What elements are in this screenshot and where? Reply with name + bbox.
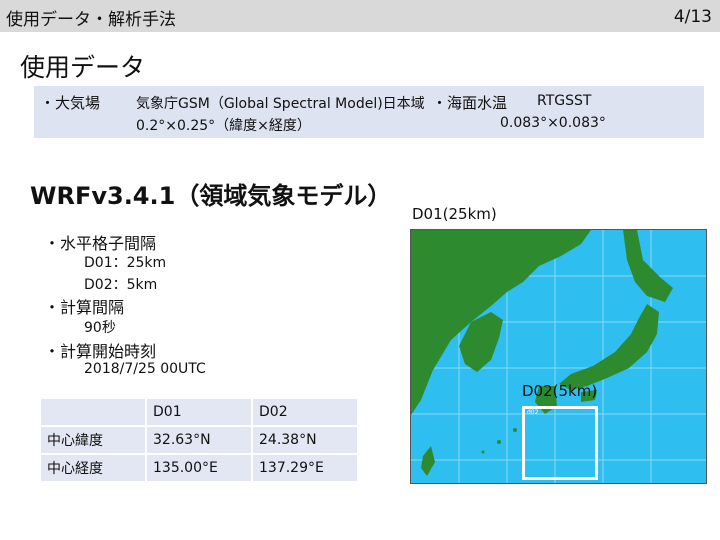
grid-d02-value: D02：5km xyxy=(84,277,158,293)
sakhalin-hokkaido xyxy=(623,230,673,302)
table-row: 中心緯度 32.63°N 24.38°N xyxy=(39,425,359,455)
d01-map-label: D01(25km) xyxy=(412,205,497,223)
time-step-label: ・計算間隔 xyxy=(44,298,125,317)
ryukyu-island xyxy=(513,428,517,432)
sst-resolution: 0.083°×0.083° xyxy=(500,115,606,131)
ryukyu-island xyxy=(481,450,485,454)
sst-label: ・海面水温 xyxy=(432,94,508,112)
taiwan xyxy=(421,446,435,476)
d02-map-label: D02(5km) xyxy=(522,382,598,400)
table-cell: 137.29°E xyxy=(251,453,359,483)
atmosphere-label: ・大気場 xyxy=(40,94,101,112)
ryukyu-island xyxy=(497,440,501,444)
atmosphere-resolution: 0.2°×0.25°（緯度×経度） xyxy=(136,118,311,134)
header-title: 使用データ・解析手法 xyxy=(6,10,176,30)
d02-domain-box xyxy=(522,406,598,480)
table-header-cell xyxy=(39,397,147,427)
table-header-cell: D01 xyxy=(145,397,253,427)
table-cell: 中心経度 xyxy=(39,453,147,483)
atmosphere-source: 気象庁GSM（Global Spectral Model)日本域 xyxy=(136,96,425,112)
table-header-cell: D02 xyxy=(251,397,359,427)
domain-table: D01 D02 中心緯度 32.63°N 24.38°N 中心経度 135.00… xyxy=(39,397,359,483)
start-time-value: 2018/7/25 00UTC xyxy=(84,361,206,377)
grid-spacing-label: ・水平格子間隔 xyxy=(44,234,157,253)
time-step-value: 90秒 xyxy=(84,320,116,336)
model-title: WRFv3.4.1（領域気象モデル） xyxy=(30,182,392,210)
grid-d01-value: D01：25km xyxy=(84,255,167,271)
table-cell: 24.38°N xyxy=(251,425,359,455)
table-cell: 32.63°N xyxy=(145,425,253,455)
honshu xyxy=(559,304,659,390)
header-bar: 使用データ・解析手法 4/13 xyxy=(0,0,720,32)
sst-source: RTGSST xyxy=(537,93,592,109)
d02-box-tag: d02 xyxy=(527,409,539,416)
table-header-row: D01 D02 xyxy=(39,397,359,427)
table-cell: 中心緯度 xyxy=(39,425,147,455)
table-row: 中心経度 135.00°E 137.29°E xyxy=(39,453,359,483)
start-time-label: ・計算開始時刻 xyxy=(44,342,157,361)
section-title: 使用データ xyxy=(20,53,146,82)
page-number: 4/13 xyxy=(673,7,712,27)
table-cell: 135.00°E xyxy=(145,453,253,483)
